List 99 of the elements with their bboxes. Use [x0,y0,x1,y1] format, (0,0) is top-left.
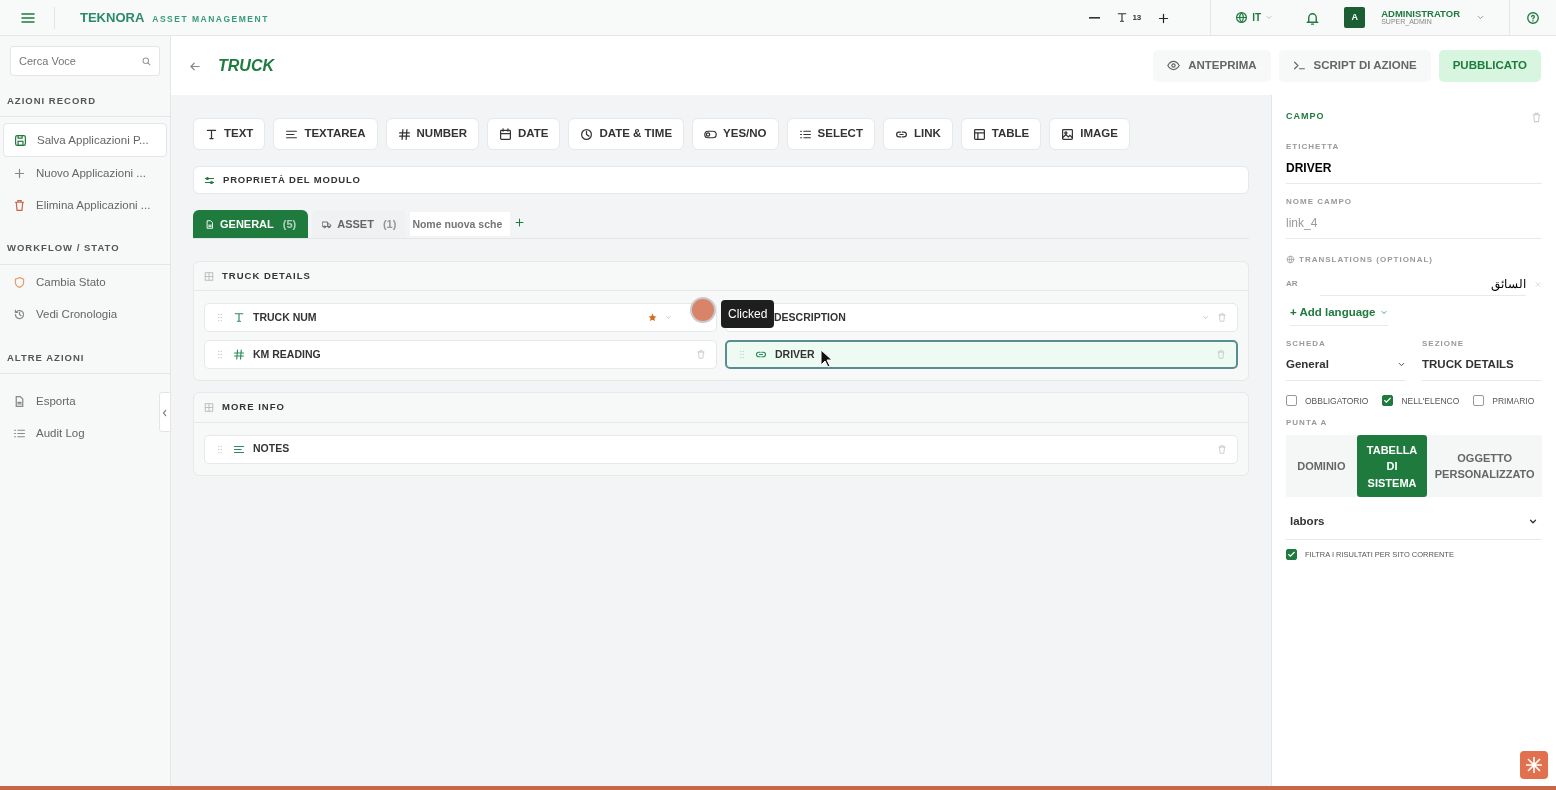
table-select[interactable]: labors [1286,505,1542,540]
minus-icon [1089,16,1101,19]
field-type-button[interactable]: DATE & TIME [568,118,685,150]
trash-icon [1217,311,1227,325]
module-properties-bar[interactable]: PROPRIETÀ DEL MODULO [193,166,1249,194]
page-title: TRUCK [218,55,274,76]
shield-icon [13,276,26,289]
tooltip: Clicked [721,300,775,329]
sidebar-item[interactable]: Elimina Applicazioni ... [3,189,156,222]
trash-icon [696,348,706,362]
globe-icon [1286,253,1295,266]
field-caption: NOME CAMPO [1286,196,1353,208]
trash-icon [1217,442,1227,456]
sidebar-section-title: ALTRE AZIONI [0,342,170,374]
panel-title: CAMPO [1286,110,1325,124]
grid-icon [204,269,214,283]
sidebar-item[interactable]: Nuovo Applicazioni ... [3,157,156,190]
plus-icon [13,166,26,180]
field-caption: SCHEDA [1286,338,1327,351]
search-icon [141,55,152,68]
field-type-button[interactable]: TEXT [193,118,266,150]
history-icon [13,308,26,321]
field-type-button[interactable]: IMAGE [1049,118,1130,150]
checkbox[interactable] [1382,395,1394,407]
bell-icon [1305,10,1321,26]
tab-select[interactable]: General [1286,350,1406,381]
target-option[interactable]: TABELLA DI SISTEMA [1356,435,1428,498]
field-type-button[interactable]: LINK [882,118,953,150]
field-caption: TRANSLATIONS (OPTIONAL) [1299,253,1433,266]
section-title: MORE INFO [222,400,285,415]
sidebar-section-title: WORKFLOW / STATO [0,233,170,265]
hash-icon [397,127,411,141]
field-type-button[interactable]: DATE [487,118,561,150]
section-title: TRUCK DETAILS [222,269,311,283]
decrease-font-button[interactable] [1089,16,1101,19]
checkbox[interactable] [1286,548,1297,560]
trash-icon [1531,111,1542,125]
form-field[interactable]: DRIVER [725,340,1238,370]
text-size-icon [1116,11,1129,24]
sidebar-section-title: AZIONI RECORD [0,86,170,118]
field-caption: SEZIONE [1422,338,1466,351]
cursor-icon [820,349,834,370]
sidebar-item[interactable]: Cambia Stato [3,266,156,299]
grid-icon [204,400,214,414]
plus-icon [1157,11,1171,25]
terminal-icon [1292,59,1306,72]
tab[interactable]: GENERAL (5) [193,210,309,238]
plus-icon [514,216,526,230]
brand-logo: TEKNORA [80,8,145,27]
sidebar-item[interactable]: Esporta [3,385,156,418]
font-size-value: 13 [1132,11,1142,24]
image-icon [1061,127,1075,141]
language-selector[interactable]: IT [1235,10,1274,25]
calendar-icon [499,127,512,141]
header-button[interactable]: SCRIPT DI AZIONE [1278,49,1431,82]
field-type-button[interactable]: NUMBER [385,118,479,150]
chevron-left-icon [162,408,168,417]
text-type-icon [233,311,245,325]
form-field[interactable]: KM READING [204,340,717,370]
sidebar-item[interactable]: Salva Applicazioni P... [3,123,167,158]
file-icon [13,395,26,409]
clock-icon [580,127,594,141]
field-type-button[interactable]: SELECT [786,118,875,150]
document-icon [205,217,215,231]
click-indicator-icon [690,297,716,324]
table-icon [972,127,986,141]
header-button[interactable]: ANTEPRIMA [1153,49,1271,82]
help-icon [1526,11,1540,26]
chat-widget-icon [1520,751,1548,779]
language-code: AR [1286,278,1299,290]
trash-icon [1216,348,1226,362]
checkbox-label: OBBLIGATORIO [1305,394,1369,408]
trash-icon [13,198,26,212]
checkbox[interactable] [1286,395,1297,407]
sidebar-item[interactable]: Audit Log [3,417,156,450]
search-field[interactable]: Cerca Voce [10,46,160,76]
form-field[interactable]: TRUCK NUM [204,303,717,333]
save-icon [14,133,27,147]
checkbox[interactable] [1473,395,1485,407]
checkbox-label: NELL'ELENCO [1401,394,1460,408]
form-field[interactable]: NOTES [204,434,1238,464]
user-name: ADMINISTRATOR [1381,9,1460,18]
text-type-icon [205,127,218,141]
add-language-button[interactable]: + Add language [1290,304,1388,327]
field-caption: PUNTA A [1286,417,1329,430]
checkbox-label: PRIMARIO [1492,394,1535,408]
hash-icon [233,348,245,362]
eye-icon [1167,59,1181,72]
field-type-button[interactable]: YES/NO [692,118,779,150]
user-avatar: A [1344,7,1366,28]
field-type-button[interactable]: TEXTAREA [273,118,378,150]
new-tab-field[interactable]: Nome nuova sche [410,212,511,236]
section-field[interactable]: TRUCK DETAILS [1422,350,1542,381]
field-type-button[interactable]: TABLE [960,118,1042,150]
brand-subtitle: ASSET MANAGEMENT [152,12,269,26]
status-button[interactable]: PUBBLICATO [1438,49,1541,82]
sidebar-item[interactable]: Vedi Cronologia [3,298,156,331]
globe-icon [1235,11,1249,24]
field-caption: ETICHETTA [1286,141,1341,153]
